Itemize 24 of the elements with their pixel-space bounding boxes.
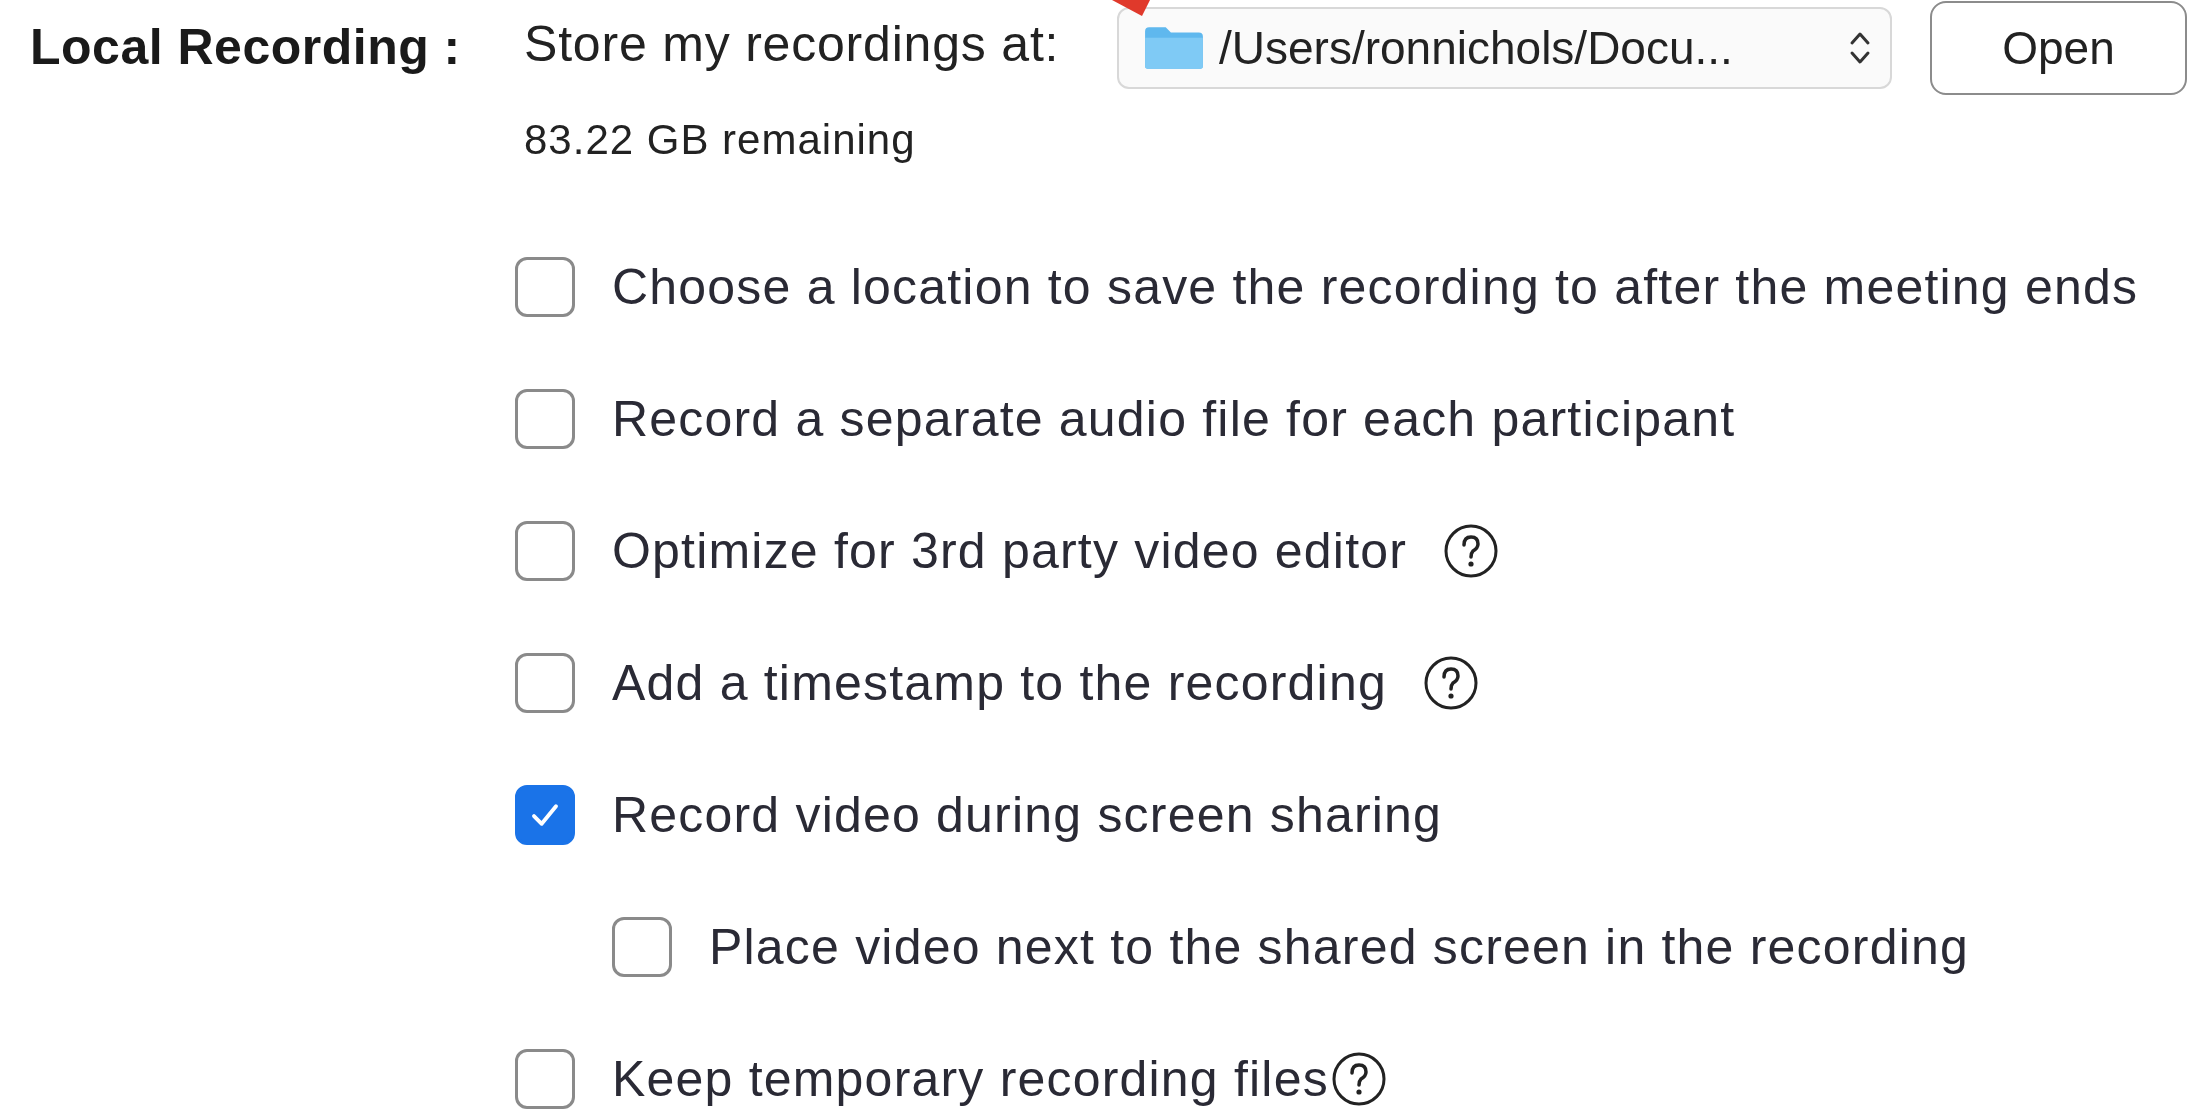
option-label: Record video during screen sharing	[612, 786, 1443, 844]
option-label: Record a separate audio file for each participant	[612, 390, 1736, 448]
open-button[interactable]: Open	[1930, 1, 2187, 95]
option-label: Place video next to the shared screen in the recording	[709, 918, 1969, 976]
checkbox[interactable]	[515, 1049, 575, 1109]
folder-dropdown[interactable]: /Users/ronnichols/Docu...	[1117, 7, 1892, 89]
help-icon[interactable]	[1330, 1051, 1387, 1107]
store-label: Store my recordings at:	[524, 15, 1061, 73]
help-icon[interactable]	[1443, 523, 1500, 579]
checkbox[interactable]	[515, 257, 575, 317]
remaining-space: 83.22 GB remaining	[524, 116, 917, 164]
checkbox[interactable]	[515, 785, 575, 845]
checkbox[interactable]	[515, 389, 575, 449]
option-label: Optimize for 3rd party video editor	[612, 522, 1408, 580]
option-label: Choose a location to save the recording to after the meeting ends	[612, 258, 2139, 316]
folder-path: /Users/ronnichols/Docu...	[1219, 21, 1734, 75]
folder-icon	[1143, 25, 1205, 71]
checkbox[interactable]	[515, 653, 575, 713]
help-icon[interactable]	[1422, 655, 1479, 711]
option-label: Add a timestamp to the recording	[612, 654, 1387, 712]
option-label: Keep temporary recording files	[612, 1050, 1329, 1108]
checkbox[interactable]	[515, 521, 575, 581]
checkbox[interactable]	[612, 917, 672, 977]
section-label: Local Recording :	[30, 18, 462, 77]
